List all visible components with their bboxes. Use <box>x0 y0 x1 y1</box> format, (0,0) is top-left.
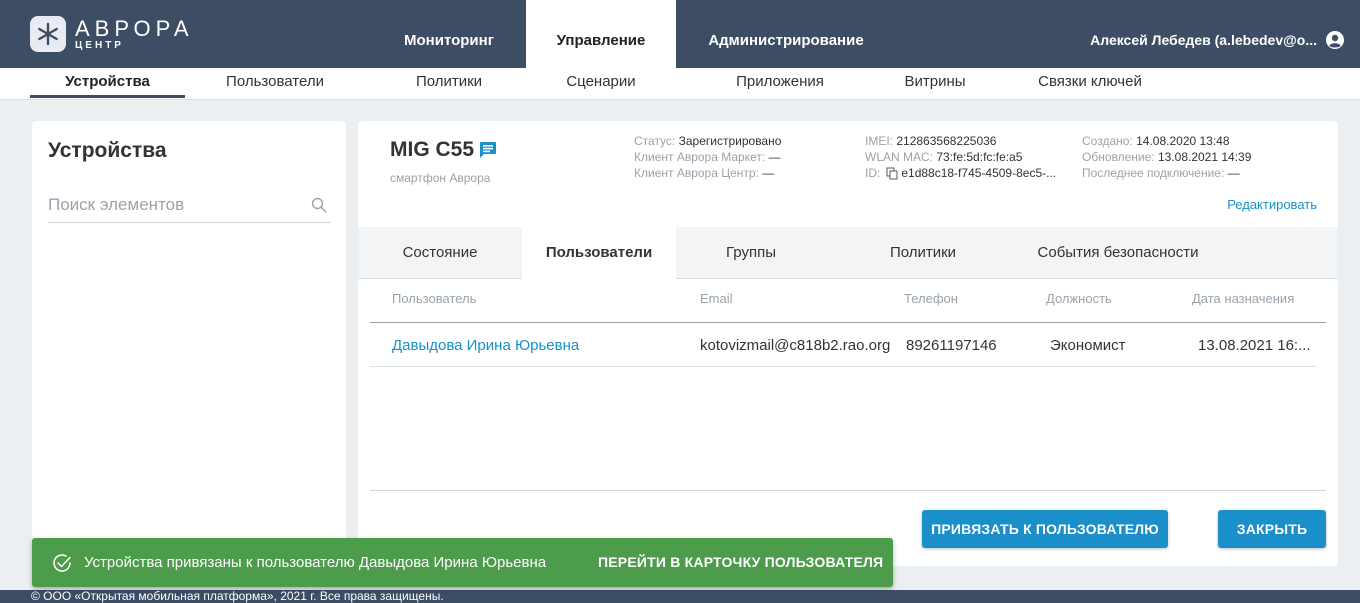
copyright-text: © ООО «Открытая мобильная платформа», 20… <box>31 590 444 603</box>
footer: © ООО «Открытая мобильная платформа», 20… <box>0 590 1360 603</box>
last-connection-key: Последнее подключение: <box>1082 166 1225 180</box>
center-client-value: — <box>762 166 775 180</box>
id-value: e1d88c18-f745-4509-8ec5-... <box>901 166 1057 180</box>
logo-subtitle: ЦЕНТР <box>75 39 124 51</box>
logo-name: АВРОРА <box>75 15 194 41</box>
subnav-showcases[interactable]: Витрины <box>870 73 1000 90</box>
created-value: 14.08.2020 13:48 <box>1136 134 1230 148</box>
devices-list-panel: Устройства <box>32 121 346 561</box>
go-to-user-card-button[interactable]: ПЕРЕЙТИ В КАРТОЧКУ ПОЛЬЗОВАТЕЛЯ <box>598 554 883 570</box>
imei-key: IMEI: <box>865 134 894 148</box>
tab-state[interactable]: Состояние <box>358 227 522 279</box>
market-client-value: — <box>768 150 781 164</box>
status-value: Зарегистрировано <box>678 134 782 148</box>
subnav-devices[interactable]: Устройства <box>30 73 185 90</box>
devices-panel-title: Устройства <box>48 139 167 162</box>
imei-value: 212863568225036 <box>896 134 997 148</box>
device-tabs: Состояние Пользователи Группы Политики С… <box>358 227 1338 280</box>
market-client-key: Клиент Аврора Маркет: <box>634 150 766 164</box>
mac-key: WLAN MAC: <box>865 150 934 164</box>
column-assigned-date[interactable]: Дата назначения <box>1192 291 1294 306</box>
created-key: Создано: <box>1082 134 1133 148</box>
row-position: Экономист <box>1050 337 1126 354</box>
search-icon[interactable] <box>311 197 327 213</box>
check-circle-icon <box>53 554 71 572</box>
comment-icon[interactable] <box>479 141 497 159</box>
search-input[interactable] <box>48 193 298 215</box>
close-button[interactable]: ЗАКРЫТЬ <box>1218 510 1326 548</box>
topnav-management[interactable]: Управление <box>526 0 676 68</box>
subnav-keychains[interactable]: Связки ключей <box>1015 73 1165 90</box>
logo[interactable]: АВРОРА ЦЕНТР <box>30 16 194 52</box>
device-status-info: Статус: Зарегистрировано Клиент Аврора М… <box>634 133 781 181</box>
subnav-scenarios[interactable]: Сценарии <box>526 73 676 90</box>
aurora-logo-icon <box>30 16 66 52</box>
tab-groups[interactable]: Группы <box>676 227 826 279</box>
subnav-apps[interactable]: Приложения <box>680 73 880 90</box>
row-email: kotovizmail@c818b2.rao.org <box>700 337 891 354</box>
device-dates-info: Создано: 14.08.2020 13:48 Обновление: 13… <box>1082 133 1251 181</box>
active-subnav-indicator <box>30 95 185 98</box>
bind-to-user-button[interactable]: ПРИВЯЗАТЬ К ПОЛЬЗОВАТЕЛЮ <box>922 510 1168 548</box>
user-menu[interactable]: Алексей Лебедев (a.lebedev@o... <box>1090 30 1345 50</box>
last-connection-value: — <box>1227 166 1240 180</box>
success-toast: Устройства привязаны к пользователю Давы… <box>32 538 893 587</box>
status-key: Статус: <box>634 134 676 148</box>
mac-value: 73:fe:5d:fc:fe:a5 <box>936 150 1023 164</box>
device-name: MIG C55 <box>390 138 475 161</box>
device-card: MIG C55 смартфон Аврора Статус: Зарегист… <box>358 121 1338 566</box>
subnav-users[interactable]: Пользователи <box>200 73 350 90</box>
device-type: смартфон Аврора <box>390 171 491 185</box>
tab-security-events[interactable]: События безопасности <box>1008 227 1228 279</box>
device-hardware-info: IMEI: 212863568225036 WLAN MAC: 73:fe:5d… <box>865 133 1056 181</box>
updated-value: 13.08.2021 14:39 <box>1157 150 1252 164</box>
tab-users[interactable]: Пользователи <box>522 227 676 280</box>
edit-link[interactable]: Редактировать <box>1227 197 1317 212</box>
column-position[interactable]: Должность <box>1046 291 1112 306</box>
copy-icon[interactable] <box>886 166 898 180</box>
row-user-link[interactable]: Давыдова Ирина Юрьевна <box>392 337 579 354</box>
column-email[interactable]: Email <box>700 291 733 306</box>
search-box <box>48 193 331 223</box>
toast-message: Устройства привязаны к пользователю Давы… <box>84 554 547 571</box>
user-circle-icon <box>1326 31 1344 49</box>
subnav-policies[interactable]: Политики <box>372 73 526 90</box>
user-name: Алексей Лебедев (a.lebedev@o... <box>1090 32 1317 48</box>
column-phone[interactable]: Телефон <box>904 291 958 306</box>
topnav-monitoring[interactable]: Мониторинг <box>372 0 526 68</box>
tab-policies[interactable]: Политики <box>848 227 998 279</box>
table-row[interactable]: Давыдова Ирина Юрьевна kotovizmail@c818b… <box>370 323 1316 367</box>
device-title: MIG C55 <box>390 138 497 162</box>
sub-nav: Устройства Пользователи Политики Сценари… <box>0 68 1360 100</box>
updated-key: Обновление: <box>1082 150 1155 164</box>
row-assigned-date: 13.08.2021 16:... <box>1198 337 1311 354</box>
center-client-key: Клиент Аврора Центр: <box>634 166 759 180</box>
table-bottom-divider <box>370 490 1326 491</box>
topnav-administration[interactable]: Администрирование <box>676 0 896 68</box>
id-key: ID: <box>865 166 881 180</box>
row-phone: 89261197146 <box>906 337 997 354</box>
column-user[interactable]: Пользователь <box>392 291 476 306</box>
top-bar: АВРОРА ЦЕНТР Мониторинг Управление Админ… <box>0 0 1360 68</box>
